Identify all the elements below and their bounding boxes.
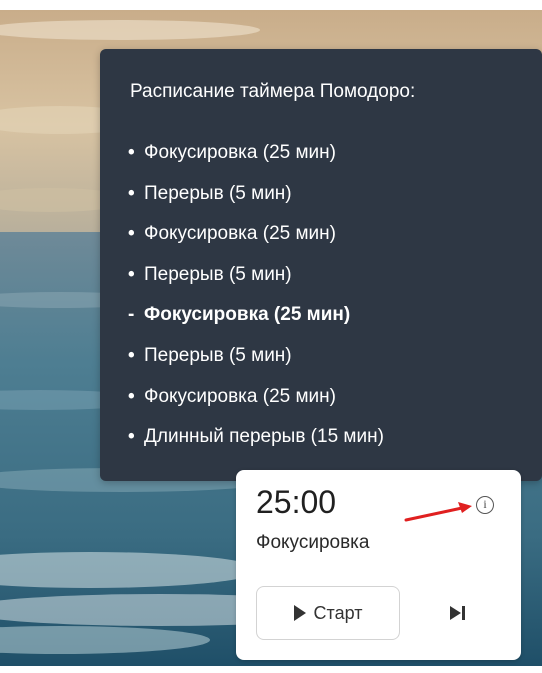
start-button-label: Старт: [313, 602, 363, 623]
schedule-item-label: Фокусировка (25 мин): [144, 142, 336, 163]
bullet: •: [128, 182, 135, 204]
timer-phase-label: Фокусировка: [256, 532, 370, 553]
schedule-list: • Фокусировка (25 мин) • Перерыв (5 мин) •…: [128, 141, 384, 466]
annotation-arrow: [404, 502, 472, 522]
schedule-item-2: • Перерыв (5 мин): [128, 182, 384, 223]
schedule-item-label: Перерыв (5 мин): [144, 182, 292, 204]
bullet: -: [128, 304, 135, 326]
schedule-item-7: • Фокусировка (25 мин): [128, 385, 384, 426]
schedule-item-label: Длинный перерыв (15 мин): [144, 426, 384, 448]
bullet: •: [128, 385, 135, 407]
bullet: •: [128, 142, 135, 163]
schedule-item-6: • Перерыв (5 мин): [128, 344, 384, 385]
tooltip-title: Расписание таймера Помодоро:: [130, 81, 416, 102]
schedule-item-8: • Длинный перерыв (15 мин): [128, 425, 384, 466]
schedule-item-label: Перерыв (5 мин): [144, 344, 292, 366]
schedule-item-4: • Перерыв (5 мин): [128, 263, 384, 304]
schedule-item-1: • Фокусировка (25 мин): [128, 141, 384, 182]
schedule-item-3: • Фокусировка (25 мин): [128, 222, 384, 263]
bullet: •: [128, 426, 135, 448]
start-button[interactable]: Старт: [256, 586, 400, 640]
schedule-item-current: - Фокусировка (25 мин): [128, 303, 384, 344]
schedule-item-label: Фокусировка (25 мин): [144, 223, 336, 245]
skip-next-icon: [450, 606, 465, 620]
bullet: •: [128, 263, 135, 285]
schedule-item-label: Фокусировка (25 мин): [144, 304, 351, 326]
schedule-item-label: Перерыв (5 мин): [144, 263, 292, 285]
bullet: •: [128, 344, 135, 366]
skip-next-button[interactable]: [444, 600, 472, 626]
screen: Расписание таймера Помодоро: • Фокусировк…: [0, 0, 542, 673]
pomodoro-schedule-tooltip: Расписание таймера Помодоро: • Фокусировк…: [100, 49, 542, 481]
timer-time: 25:00: [256, 484, 337, 520]
schedule-item-label: Фокусировка (25 мин): [144, 385, 336, 407]
bullet: •: [128, 223, 135, 245]
play-icon: [293, 605, 306, 621]
